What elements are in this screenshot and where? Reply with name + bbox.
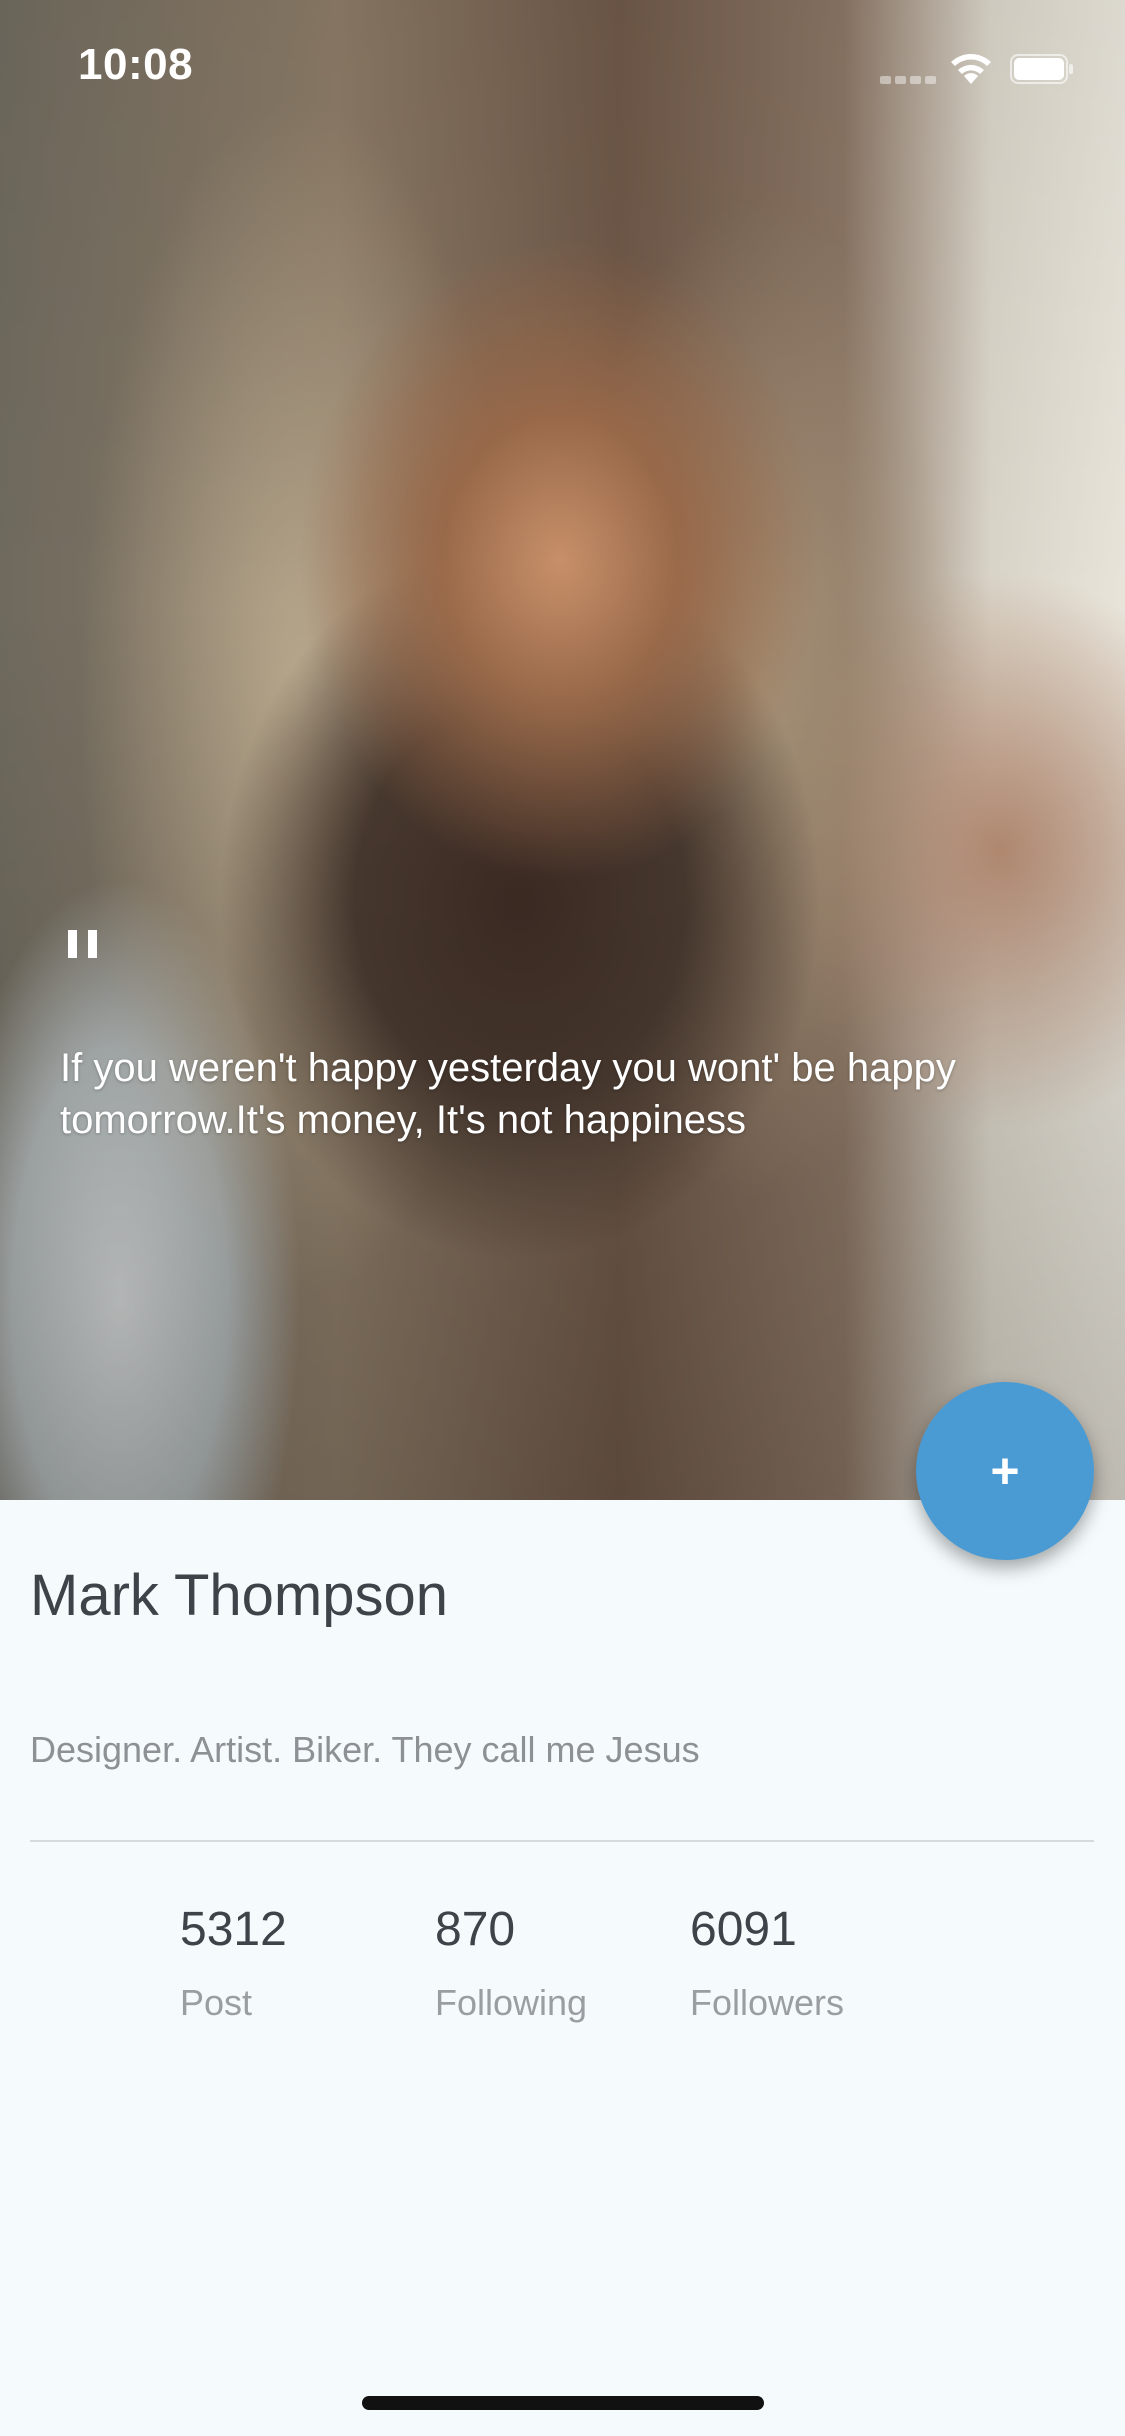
stat-following[interactable]: 870 Following [435, 1900, 587, 2026]
status-bar: 10:08 [0, 0, 1125, 132]
stat-following-label: Following [435, 1982, 588, 2023]
home-indicator[interactable] [362, 2396, 764, 2410]
status-time: 10:08 [78, 40, 194, 89]
stat-posts-label: Post [180, 1982, 253, 2023]
wifi-icon [951, 54, 991, 84]
stat-posts-value: 5312 [180, 1903, 287, 1956]
add-button[interactable]: + [916, 1382, 1094, 1560]
profile-quote: If you weren't happy yesterday you wont'… [60, 1046, 956, 1142]
profile-photo: If you weren't happy yesterday you wont'… [0, 0, 1125, 1500]
stat-followers-value: 6091 [690, 1903, 797, 1956]
cellular-signal-icon [880, 76, 936, 84]
stat-followers[interactable]: 6091 Followers [690, 1900, 844, 2026]
profile-name: Mark Thompson [30, 1563, 448, 1628]
battery-icon [1010, 54, 1073, 84]
stat-following-value: 870 [435, 1903, 516, 1956]
plus-icon: + [990, 1443, 1020, 1499]
photo-shade [0, 0, 1125, 1500]
stat-posts[interactable]: 5312 Post [180, 1900, 287, 2026]
quote-icon [68, 930, 97, 958]
profile-bio: Designer. Artist. Biker. They call me Je… [30, 1729, 700, 1770]
divider [30, 1840, 1094, 1842]
stat-followers-label: Followers [690, 1982, 845, 2023]
